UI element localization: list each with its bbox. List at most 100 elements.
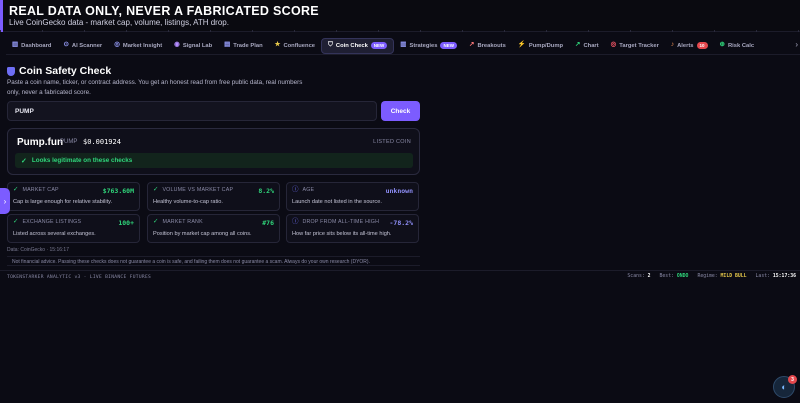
- tab-chart[interactable]: ↗ Chart: [569, 38, 605, 54]
- tab-strategies[interactable]: ▥ Strategies NEW: [394, 38, 463, 54]
- tab-label: Dashboard: [21, 42, 52, 49]
- check-icon: ✓: [153, 218, 159, 225]
- side-panel-toggle[interactable]: ›: [0, 188, 10, 214]
- page-title: Coin Safety Check: [19, 65, 112, 77]
- tab-pump-dump[interactable]: ⚡ Pump/Dump: [512, 38, 569, 54]
- metric-value: -78.2%: [389, 219, 413, 227]
- new-badge: NEW: [370, 42, 388, 49]
- status-footer: TOKENSTARKER ANALYTIC v3 · LIVE BINANCE …: [0, 270, 800, 284]
- scans-value: 2: [647, 274, 651, 279]
- footer-stats: Scans: 2 Best: ONDO Regime: MILD BULL La…: [627, 274, 796, 279]
- tab-signal-lab[interactable]: ◉ Signal Lab: [168, 38, 218, 54]
- regime-label: Regime:: [697, 274, 718, 279]
- info-icon: ⓘ: [292, 186, 299, 193]
- disclaimer: Not financial advice. Passing these chec…: [7, 256, 420, 266]
- check-icon: ✓: [13, 186, 19, 193]
- tab-confluence[interactable]: ★ Confluence: [269, 38, 321, 54]
- tab-coin-check[interactable]: ⛉ Coin Check NEW: [321, 37, 395, 54]
- check-button[interactable]: Check: [381, 101, 420, 121]
- check-icon: ✓: [153, 186, 159, 193]
- chat-icon: ◐: [781, 382, 787, 392]
- metric-label: DROP FROM ALL-TIME HIGH: [302, 219, 380, 226]
- ticker-strip: [0, 30, 800, 32]
- confluence-icon: ★: [274, 41, 281, 49]
- metric-label: VOLUME VS MARKET CAP: [162, 187, 234, 194]
- shield-icon: [7, 66, 15, 76]
- last-value: 15:17:36: [772, 274, 796, 279]
- tab-dashboard[interactable]: ▥ Dashboard: [6, 38, 57, 54]
- footer-app-info: TOKENSTARKER ANALYTIC v3 · LIVE BINANCE …: [7, 275, 152, 280]
- metric-description: Healthy volume-to-cap ratio.: [153, 199, 223, 205]
- new-badge: NEW: [440, 42, 457, 49]
- tab-label: Strategies: [409, 42, 438, 49]
- metric-card-age: ⓘ AGE unknown Launch date not listed in t…: [286, 182, 419, 211]
- tab-trade-plan[interactable]: ▤ Trade Plan: [218, 38, 268, 54]
- metric-label: MARKET RANK: [162, 219, 203, 226]
- nav-scroll-right-icon[interactable]: ›: [795, 40, 798, 49]
- tab-label: Breakouts: [477, 42, 506, 49]
- check-icon: ✓: [13, 218, 19, 225]
- strategies-icon: ▥: [400, 41, 407, 49]
- banner-accent-bar: [0, 0, 3, 32]
- page-heading: Coin Safety Check: [7, 65, 111, 77]
- scans-label: Scans:: [627, 274, 645, 279]
- metric-card-exchange-listings: ✓ EXCHANGE LISTINGS 100+ Listed across se…: [7, 214, 140, 243]
- tab-label: Alerts: [677, 42, 694, 49]
- metric-value: $763.60M: [102, 187, 134, 195]
- tab-label: Coin Check: [335, 42, 368, 49]
- tab-breakouts[interactable]: ↗ Breakouts: [463, 38, 512, 54]
- coin-price: $0.001924: [83, 138, 121, 146]
- bell-icon: ♪: [670, 41, 675, 49]
- tab-label: Pump/Dump: [528, 42, 564, 49]
- tab-label: Trade Plan: [233, 42, 263, 49]
- coin-name: Pump.fun: [17, 137, 64, 148]
- metric-description: Launch date not listed in the source.: [292, 199, 382, 205]
- tab-label: Market Insight: [122, 42, 163, 49]
- ai-scanner-icon: ⊙: [63, 41, 69, 49]
- pump-dump-icon: ⚡: [517, 41, 526, 49]
- chevron-right-icon: ›: [3, 196, 7, 206]
- tab-label: Chart: [583, 42, 599, 49]
- metric-description: Listed across several exchanges.: [13, 231, 96, 237]
- tab-ai-scanner[interactable]: ⊙ AI Scanner: [57, 38, 108, 54]
- verdict-text: Looks legitimate on these checks: [31, 157, 133, 164]
- metric-card-market-rank: ✓ MARKET RANK #76 Position by market cap …: [147, 214, 280, 243]
- metric-label: AGE: [302, 187, 315, 194]
- best-label: Best:: [659, 274, 674, 279]
- main-nav: ▥ Dashboard ⊙ AI Scanner ◎ Market Insight ◉ Sig…: [6, 37, 800, 55]
- metric-value: #76: [262, 219, 274, 227]
- tab-label: Target Tracker: [619, 42, 659, 49]
- result-panel: Pump.fun PUMP $0.001924 LISTED COIN ✓ Lo…: [7, 128, 420, 175]
- check-icon: ✓: [21, 157, 27, 165]
- metric-value: 100+: [118, 219, 134, 227]
- chart-icon: ↗: [575, 41, 581, 49]
- metric-description: How far price sits below its all-time hi…: [292, 231, 392, 237]
- breakouts-icon: ↗: [468, 41, 475, 49]
- banner-title: REAL DATA ONLY, NEVER A FABRICATED SCORE: [9, 4, 319, 18]
- tab-label: Signal Lab: [182, 42, 213, 49]
- page-description: Paste a coin name, ticker, or contract a…: [7, 79, 303, 96]
- regime-value: MILD BULL: [720, 274, 747, 279]
- top-banner: REAL DATA ONLY, NEVER A FABRICATED SCORE…: [0, 0, 800, 32]
- metric-card-drop-from-ath: ⓘ DROP FROM ALL-TIME HIGH -78.2% How far …: [286, 214, 419, 243]
- best-value: ONDO: [676, 274, 689, 279]
- coin-ticker: PUMP: [60, 139, 78, 145]
- tab-market-insight[interactable]: ◎ Market Insight: [108, 38, 168, 54]
- metric-value: 8.2%: [258, 187, 274, 195]
- coin-search-input[interactable]: [7, 101, 377, 121]
- coin-listing-status: LISTED COIN: [373, 139, 411, 145]
- metric-value: unknown: [385, 187, 413, 195]
- metric-description: Position by market cap among all coins.: [153, 231, 252, 237]
- notification-badge: 3: [788, 375, 797, 384]
- banner-subtitle: Live CoinGecko data - market cap, volume…: [9, 18, 229, 27]
- tab-alerts[interactable]: ♪ Alerts 10: [665, 38, 714, 54]
- count-badge: 10: [696, 42, 708, 49]
- metric-card-volume-vs-market-cap: ✓ VOLUME VS MARKET CAP 8.2% Healthy volum…: [147, 182, 280, 211]
- risk-calc-icon: ⊕: [719, 41, 725, 49]
- metric-description: Cap is large enough for relative stabili…: [13, 199, 113, 205]
- tab-risk-calc[interactable]: ⊕ Risk Calc: [714, 38, 761, 54]
- data-source: Data: CoinGecko · 15:16:17: [7, 247, 69, 253]
- signal-lab-icon: ◉: [174, 41, 180, 49]
- metric-label: MARKET CAP: [22, 187, 59, 194]
- tab-target-tracker[interactable]: ◎ Target Tracker: [605, 38, 665, 54]
